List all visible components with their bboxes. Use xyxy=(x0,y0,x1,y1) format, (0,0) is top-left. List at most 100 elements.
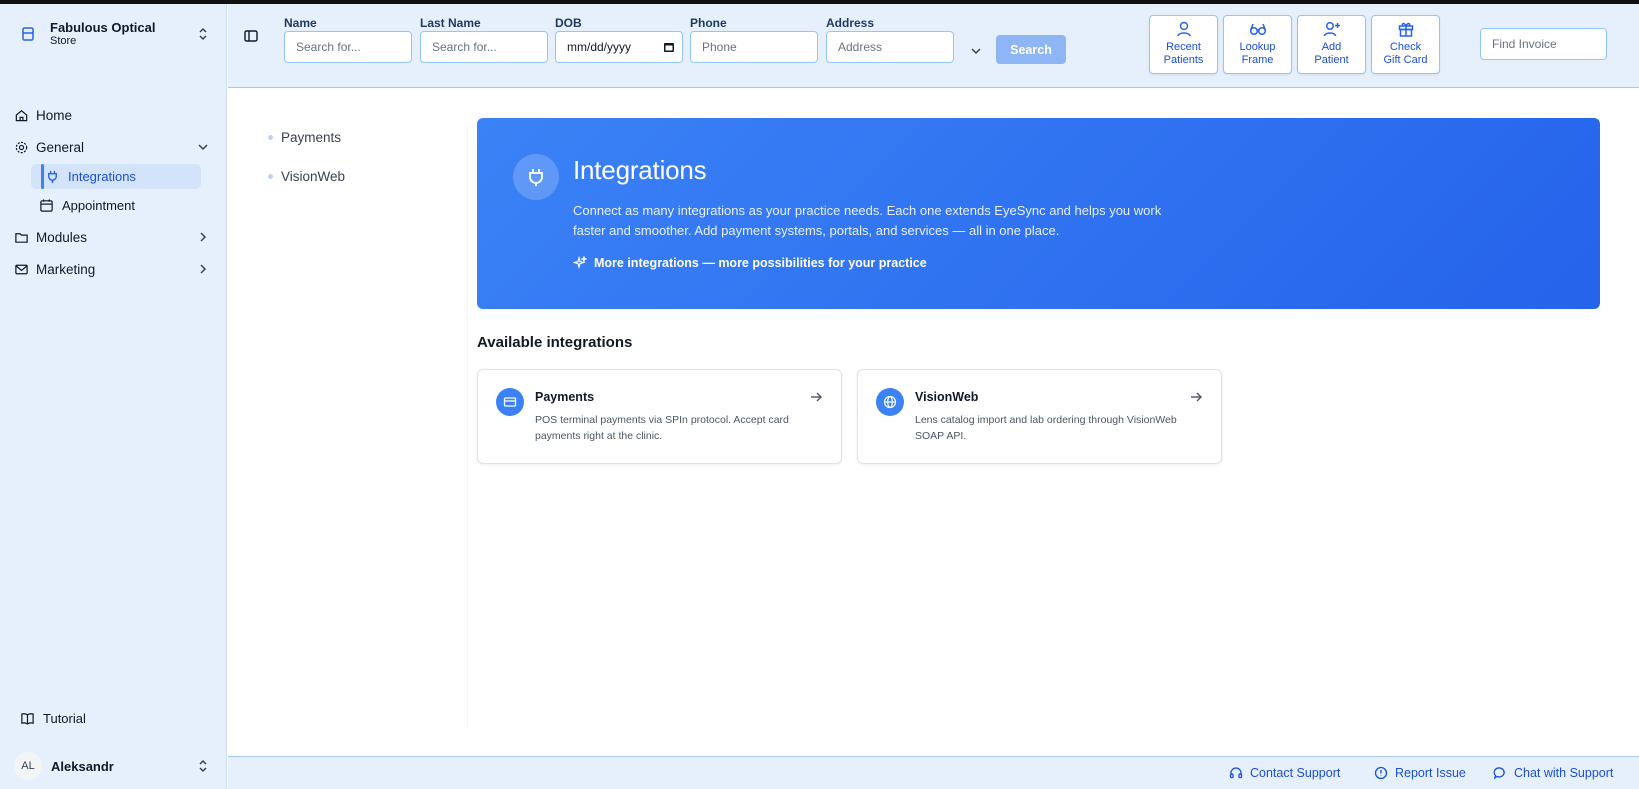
general-submenu: Integrations Appointment xyxy=(29,164,216,218)
footer-link-label: Contact Support xyxy=(1250,766,1341,780)
footer-link-label: Report Issue xyxy=(1395,766,1466,780)
arrow-right-icon xyxy=(811,392,822,402)
sidebar-item-label: General xyxy=(36,139,85,155)
sidebar-item-label: Modules xyxy=(36,229,88,245)
qa-label-1: Add xyxy=(1321,41,1342,53)
sidebar-item-label: Appointment xyxy=(62,198,135,213)
hero-plug-badge xyxy=(513,154,559,200)
toc-label: VisionWeb xyxy=(281,168,346,184)
check-gift-card-button[interactable]: Check Gift Card xyxy=(1371,15,1440,74)
dob-label: DOB xyxy=(555,16,582,30)
store-type: Store xyxy=(50,35,77,47)
avatar: AL xyxy=(14,752,42,780)
available-integrations-heading: Available integrations xyxy=(477,334,633,351)
plug-icon xyxy=(529,169,543,186)
tutorial-label: Tutorial xyxy=(43,711,86,726)
recent-patients-button[interactable]: Recent Patients xyxy=(1149,15,1218,74)
qa-label-2: Patients xyxy=(1163,54,1204,66)
toc-item-payments[interactable]: Payments xyxy=(268,127,467,147)
footer-link-label: Chat with Support xyxy=(1514,766,1614,780)
lookup-frame-button[interactable]: Lookup Frame xyxy=(1223,15,1292,74)
tutorial-link[interactable]: Tutorial xyxy=(20,711,86,726)
calendar-icon xyxy=(40,199,53,212)
gear-icon xyxy=(15,141,28,153)
last-name-field: Last Name Search for... xyxy=(420,15,548,63)
find-invoice-input[interactable]: Find Invoice xyxy=(1480,28,1607,60)
dob-input[interactable]: mm/dd/yyyy xyxy=(555,31,683,63)
toc-label: Payments xyxy=(281,129,342,145)
chat-with-support-link[interactable]: Chat with Support xyxy=(1493,766,1613,780)
store-switcher[interactable]: Fabulous Optical Store xyxy=(14,16,214,52)
user-menu[interactable]: AL Aleksandr xyxy=(14,751,214,781)
hero-tagline: More integrations — more possibilities f… xyxy=(573,256,927,270)
qa-label-2: Patient xyxy=(1314,54,1349,66)
chevron-up-down-icon xyxy=(199,27,207,41)
integration-card-payments[interactable]: Payments POS terminal payments via SPIn … xyxy=(477,369,842,464)
sidebar-item-modules[interactable]: Modules xyxy=(12,222,216,252)
toc-item-visionweb[interactable]: VisionWeb xyxy=(268,166,467,186)
globe-icon xyxy=(883,395,897,409)
chevron-down-icon xyxy=(198,144,208,151)
sidebar-item-marketing[interactable]: Marketing xyxy=(12,254,216,284)
mail-icon xyxy=(15,264,28,274)
sidebar-item-general[interactable]: General xyxy=(12,132,216,162)
hero-tagline-text: More integrations — more possibilities f… xyxy=(594,256,927,270)
book-icon xyxy=(21,713,34,725)
sidebar: Fabulous Optical Store Home General Inte… xyxy=(0,4,227,789)
address-field: Address Address xyxy=(826,15,954,63)
name-field: Name Search for... xyxy=(284,15,412,63)
sidebar-nav: Home General Integrations Appointment Mo… xyxy=(12,100,216,286)
sidebar-item-label: Integrations xyxy=(68,169,136,184)
sidebar-item-label: Home xyxy=(36,107,73,123)
chevron-down-icon[interactable] xyxy=(969,44,983,58)
qa-label-2: Frame xyxy=(1241,54,1274,66)
sidebar-item-appointment[interactable]: Appointment xyxy=(29,193,199,218)
sidebar-item-home[interactable]: Home xyxy=(12,100,216,130)
plug-icon xyxy=(48,170,57,184)
folder-icon xyxy=(15,232,28,243)
report-issue-link[interactable]: Report Issue xyxy=(1374,766,1466,780)
bullet-dot xyxy=(268,134,273,140)
integration-card-visionweb[interactable]: VisionWeb Lens catalog import and lab or… xyxy=(857,369,1222,464)
card-title: VisionWeb xyxy=(915,390,979,404)
search-button[interactable]: Search xyxy=(996,35,1066,64)
home-icon xyxy=(15,109,28,121)
footer-bar: Contact Support Report Issue Chat with S… xyxy=(228,756,1639,789)
bullet-dot xyxy=(268,173,273,179)
sidebar-item-integrations[interactable]: Integrations xyxy=(31,164,201,189)
calendar-icon[interactable] xyxy=(663,41,675,53)
card-icon-badge xyxy=(876,388,904,416)
last-name-input[interactable]: Search for... xyxy=(420,31,548,63)
store-icon xyxy=(22,27,34,41)
qa-label-1: Recent xyxy=(1166,41,1201,53)
card-description: Lens catalog import and lab ordering thr… xyxy=(915,414,1177,442)
phone-label: Phone xyxy=(690,16,727,30)
add-patient-button[interactable]: Add Patient xyxy=(1297,15,1366,74)
qa-label-2: Gift Card xyxy=(1383,54,1428,66)
store-name: Fabulous Optical xyxy=(50,20,156,35)
integrations-hero: Integrations Connect as many integration… xyxy=(477,118,1600,309)
chevron-up-down-icon xyxy=(199,759,207,773)
page-title: Integrations xyxy=(573,155,707,185)
address-label: Address xyxy=(826,16,875,30)
user-plus-icon xyxy=(1323,21,1340,37)
header-bar: Name Search for... Last Name Search for.… xyxy=(228,4,1639,88)
sidebar-toggle-icon[interactable] xyxy=(243,28,259,44)
dob-placeholder: mm/dd/yyyy xyxy=(567,40,632,54)
name-input[interactable]: Search for... xyxy=(284,31,412,63)
address-input[interactable]: Address xyxy=(826,31,954,63)
sparkles-icon xyxy=(573,256,587,270)
glasses-icon xyxy=(1249,23,1266,36)
headset-icon xyxy=(1229,767,1243,779)
main-content: Payments VisionWeb Integrations Connect … xyxy=(228,89,1639,756)
last-name-label: Last Name xyxy=(420,16,481,30)
card-title: Payments xyxy=(535,390,595,404)
user-icon xyxy=(1176,21,1191,37)
phone-input[interactable]: Phone xyxy=(690,31,818,63)
credit-card-icon xyxy=(503,397,517,407)
card-description: POS terminal payments via SPIn protocol.… xyxy=(535,414,789,442)
card-icon-badge xyxy=(496,388,524,416)
contact-support-link[interactable]: Contact Support xyxy=(1229,766,1340,780)
dob-field: DOB mm/dd/yyyy xyxy=(555,15,683,63)
chevron-right-icon xyxy=(200,232,207,242)
